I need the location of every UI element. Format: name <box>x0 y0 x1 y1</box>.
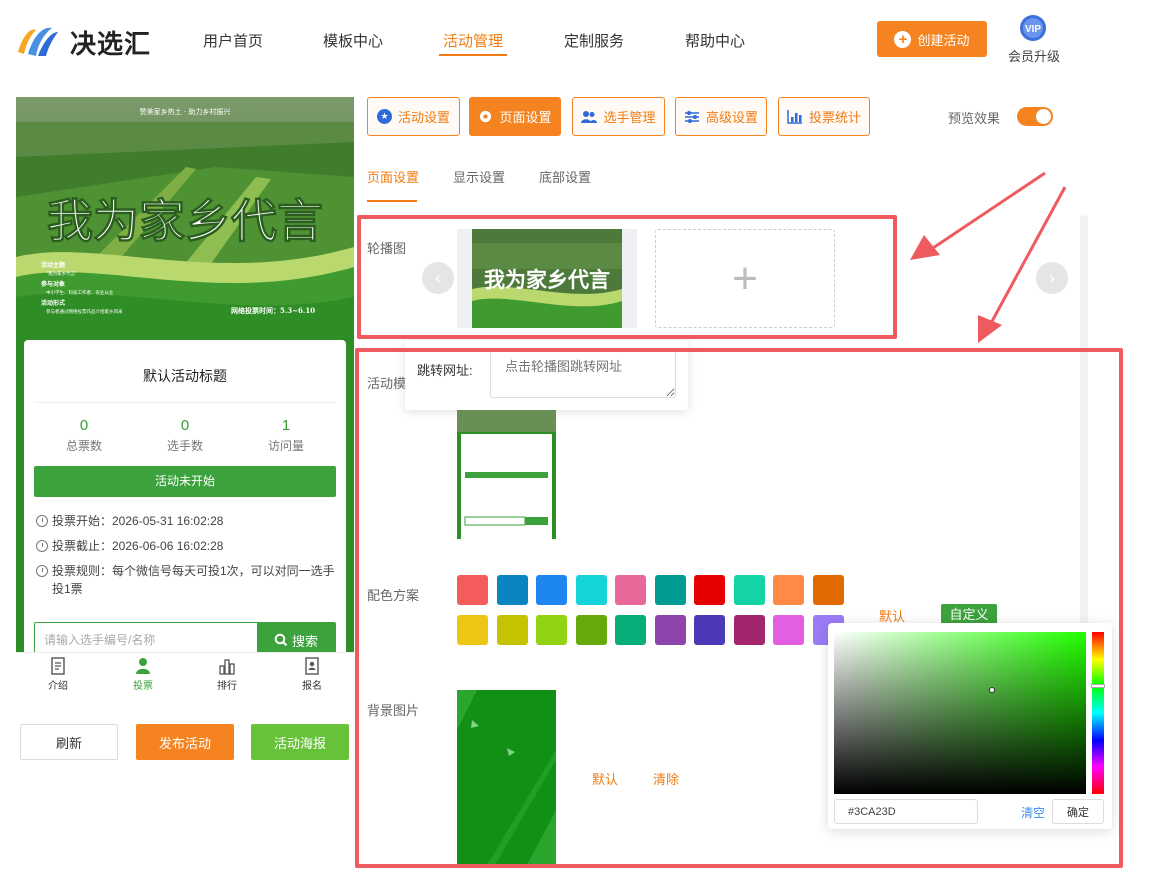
refresh-button[interactable]: 刷新 <box>20 724 118 760</box>
create-activity-button[interactable]: + 创建活动 <box>877 21 987 57</box>
tab-page-settings[interactable]: 页面设置 <box>469 97 561 136</box>
banner-theme-title: 活动主题 <box>41 261 66 269</box>
total-votes-value: 0 <box>79 417 89 434</box>
create-activity-label: 创建活动 <box>917 32 970 48</box>
tab-intro-label: 介绍 <box>48 681 68 692</box>
activity-banner: 赞美家乡热土 · 助力乡村振兴 我为家乡代言 活动主题 "我为家乡代言" 参与对… <box>16 97 354 322</box>
visits-label: 访问量 <box>267 439 304 453</box>
publish-activity-button[interactable]: 发布活动 <box>136 724 234 760</box>
visits-value: 1 <box>281 417 291 434</box>
vip-badge-text: VIP <box>1025 24 1041 35</box>
contestants-value: 0 <box>180 417 190 434</box>
subtab-display-settings[interactable]: 显示设置 <box>453 167 505 186</box>
card-divider <box>34 402 336 403</box>
contestants-label: 选手数 <box>166 439 203 453</box>
search-button-label: 搜索 <box>291 633 318 649</box>
bar-chart-icon <box>787 110 802 124</box>
banner-participants-title: 参与对象 <box>40 280 65 288</box>
clock-icon <box>36 515 48 527</box>
subtab-page-settings[interactable]: 页面设置 <box>367 167 419 186</box>
tab-activity-settings-label: 活动设置 <box>397 110 450 125</box>
nav-templates[interactable]: 模板中心 <box>323 30 383 51</box>
preview-effect-label: 预览效果 <box>948 111 1001 126</box>
total-votes-label: 总票数 <box>65 439 102 453</box>
tab-page-settings-label: 页面设置 <box>499 110 552 125</box>
info-icon <box>36 565 48 577</box>
sliders-icon <box>684 110 699 123</box>
annotation-box-settings <box>355 348 1123 868</box>
plus-icon: + <box>894 30 912 48</box>
vote-start-line: 投票开始：2026-05-31 16:02:28 <box>36 512 336 530</box>
tab-signup[interactable]: 报名 <box>282 657 342 692</box>
preview-effect-toggle[interactable] <box>1017 107 1053 126</box>
vote-rules-text: 投票规则：每个微信号每天可投1次，可以对同一选手投1票 <box>52 564 335 596</box>
banner-form-title: 活动形式 <box>41 299 65 307</box>
banner-top-line: 赞美家乡热土 · 助力乡村振兴 <box>140 107 231 116</box>
banner-form-text: 参与者通过网络投票作品介绍家乡风采 <box>46 308 123 315</box>
activity-card: 默认活动标题 0 总票数 0 选手数 1 访问量 活动未开始 投票开始：2026… <box>24 340 346 652</box>
contestant-search: 搜索 <box>34 622 336 652</box>
vote-rules-line: 投票规则：每个微信号每天可投1次，可以对同一选手投1票 <box>36 562 336 598</box>
mobile-preview: 赞美家乡热土 · 助力乡村振兴 我为家乡代言 活动主题 "我为家乡代言" 参与对… <box>16 97 354 652</box>
nav-active-underline <box>439 54 507 56</box>
tab-advanced-settings[interactable]: 高级设置 <box>675 97 767 136</box>
tab-contestant-management[interactable]: 选手管理 <box>572 97 665 136</box>
vip-upgrade-label[interactable]: 会员升级 <box>1008 46 1060 65</box>
activity-title: 默认活动标题 <box>143 368 227 384</box>
user-icon <box>136 658 150 674</box>
nav-activity-management[interactable]: 活动管理 <box>443 30 503 51</box>
signup-icon <box>305 657 319 675</box>
tab-ranking-label: 排行 <box>217 681 237 692</box>
document-icon <box>51 657 65 675</box>
vote-end-text: 投票截止：2026-06-06 16:02:28 <box>52 539 224 553</box>
tab-advanced-settings-label: 高级设置 <box>705 110 758 125</box>
banner-vote-time: 网络投票时间：5.3~6.10 <box>231 306 315 315</box>
ranking-icon <box>219 659 235 675</box>
gear-icon <box>480 110 492 123</box>
search-button[interactable]: 搜索 <box>257 623 335 652</box>
tab-vote-statistics-label: 投票统计 <box>808 110 861 125</box>
tab-intro[interactable]: 介绍 <box>28 657 88 692</box>
tab-contestant-management-label: 选手管理 <box>603 110 656 125</box>
vote-start-text: 投票开始：2026-05-31 16:02:28 <box>52 514 224 528</box>
nav-help-center[interactable]: 帮助中心 <box>685 30 745 51</box>
tab-signup-label: 报名 <box>302 681 322 692</box>
mobile-tabbar: 介绍 投票 排行 报名 <box>16 652 354 698</box>
contestant-search-input[interactable] <box>35 623 257 652</box>
tab-ranking[interactable]: 排行 <box>197 657 257 692</box>
tab-vote[interactable]: 投票 <box>113 657 173 692</box>
logo-text: 决选汇 <box>70 29 152 59</box>
nav-custom-service[interactable]: 定制服务 <box>564 30 624 51</box>
banner-headline: 我为家乡代言 <box>47 194 323 248</box>
annotation-arrows <box>910 171 1067 343</box>
vote-end-line: 投票截止：2026-06-06 16:02:28 <box>36 537 336 555</box>
nav-home[interactable]: 用户首页 <box>203 30 263 51</box>
subtab-footer-settings[interactable]: 底部设置 <box>539 167 591 186</box>
search-icon <box>274 633 288 647</box>
logo-icon <box>18 27 58 56</box>
activity-poster-button[interactable]: 活动海报 <box>251 724 349 760</box>
tab-activity-settings[interactable]: ★ 活动设置 <box>367 97 460 136</box>
banner-participants-text: 中小学生、科技工作者、农业从业 <box>46 289 114 296</box>
activity-status-bar: 活动未开始 <box>34 466 336 497</box>
annotation-box-carousel <box>357 215 897 339</box>
tab-vote-label: 投票 <box>133 681 153 692</box>
users-icon <box>581 110 598 123</box>
vip-badge-icon[interactable]: VIP <box>1017 14 1049 44</box>
star-icon: ★ <box>376 109 392 124</box>
banner-theme-text: "我为家乡代言" <box>46 270 77 277</box>
subtab-active-underline <box>367 200 417 202</box>
tab-vote-statistics[interactable]: 投票统计 <box>778 97 870 136</box>
clock-icon <box>36 540 48 552</box>
